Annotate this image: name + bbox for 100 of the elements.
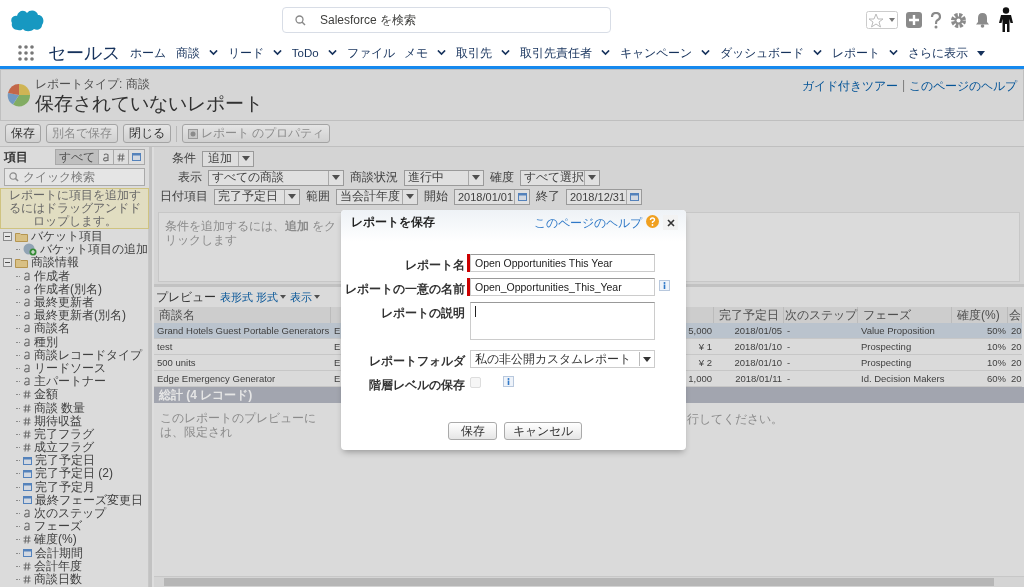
hash-icon: [23, 390, 31, 400]
filter-label: 商談状況: [350, 169, 398, 186]
plus-icon[interactable]: [906, 12, 922, 28]
column-header[interactable]: 次のステップ: [784, 307, 858, 323]
nav-tab[interactable]: ホーム: [130, 45, 166, 61]
table-cell: -: [784, 323, 858, 339]
text-field[interactable]: Open Opportunities This Year: [470, 254, 655, 272]
field-label: レポートの一意の名前: [344, 281, 465, 298]
calendar-icon: [132, 153, 141, 161]
calendar-icon: [23, 496, 32, 505]
field-label: レポートの説明: [380, 305, 465, 322]
nav-tab[interactable]: レポート: [832, 45, 899, 61]
save-button[interactable]: 保存: [448, 422, 497, 440]
search-field[interactable]: Salesforce を検索: [282, 7, 611, 33]
close-icon: [666, 218, 675, 227]
nav-tab[interactable]: 取引先: [456, 45, 511, 61]
column-header[interactable]: 商談名: [154, 307, 331, 323]
bell-icon[interactable]: [975, 12, 990, 28]
filter-select[interactable]: すべての商談: [208, 169, 344, 186]
description-field[interactable]: [470, 302, 655, 340]
help-icon[interactable]: [930, 11, 942, 29]
calendar-icon: [23, 456, 32, 465]
filter-label: 確度: [490, 169, 514, 186]
text-field-icon: [23, 377, 31, 387]
format-link[interactable]: 表示: [290, 289, 321, 305]
nav-tab[interactable]: 取引先責任者: [520, 45, 611, 61]
scrollbar[interactable]: [154, 576, 1024, 587]
filter-hint: 条件を追加するには、追加 をクリックします: [165, 219, 338, 247]
date-field[interactable]: 2018/12/31: [566, 188, 642, 205]
column-header[interactable]: 完了予定日: [714, 307, 784, 323]
cancel-button[interactable]: キャンセル: [504, 422, 582, 440]
nav-tab[interactable]: キャンペーン: [620, 45, 711, 61]
add-filter-button[interactable]: 追加: [202, 150, 254, 167]
table-cell: 20: [1008, 323, 1022, 339]
column-header[interactable]: 会: [1008, 307, 1022, 323]
search-icon: [295, 14, 306, 26]
hash-icon: [23, 561, 31, 571]
guided-tour-link[interactable]: ガイド付きツアー: [801, 78, 898, 95]
filter-label: 表示: [178, 169, 202, 186]
nav-tab[interactable]: リード: [227, 45, 282, 61]
app-name: セールス: [48, 42, 121, 65]
info-icon[interactable]: [663, 282, 666, 289]
table-cell: Grand Hotels Guest Portable Generators: [154, 323, 331, 339]
toolbar-button[interactable]: 保存: [5, 124, 41, 143]
app-launcher-icon[interactable]: [18, 45, 34, 61]
nav-tab[interactable]: さらに表示: [908, 45, 985, 61]
cloud-logo[interactable]: [10, 8, 44, 32]
filter-label: 終了: [536, 188, 560, 205]
hash-icon: [23, 429, 31, 439]
help-icon: [646, 215, 659, 228]
table-cell: Value Proposition: [858, 323, 952, 339]
calendar-icon: [629, 192, 639, 201]
caret-icon: [242, 156, 250, 161]
nav-tab[interactable]: ToDo: [291, 47, 337, 59]
filter-select[interactable]: 当会計年度: [336, 188, 418, 205]
help-link[interactable]: このページのヘルプ: [534, 215, 642, 232]
toolbar-button[interactable]: 閉じる: [123, 124, 171, 143]
nav-tab[interactable]: 商談: [175, 45, 218, 61]
field-item[interactable]: 商談レコードタイプ: [34, 346, 142, 364]
date-field[interactable]: 2018/01/01: [454, 188, 530, 205]
fields-heading: 項目: [4, 148, 28, 166]
text-field[interactable]: Open_Opportunities_This_Year: [470, 278, 655, 296]
nav-tab[interactable]: メモ: [404, 45, 447, 61]
filter-select[interactable]: 完了予定日: [214, 188, 300, 205]
field-label: レポートフォルダ: [368, 353, 465, 370]
quick-search-field[interactable]: クイック検索: [4, 168, 145, 186]
caret-icon: [288, 194, 296, 199]
preview-message: 行してください。: [687, 411, 784, 428]
field-filter-button[interactable]: [98, 149, 114, 165]
format-link[interactable]: 表形式 形式: [220, 289, 287, 305]
collapse-icon[interactable]: [3, 232, 12, 242]
nav-tab[interactable]: ファイル: [346, 45, 395, 61]
hash-icon: [23, 403, 31, 413]
column-header[interactable]: 確度(%): [952, 307, 1008, 323]
field-label: レポート名: [404, 257, 465, 274]
caret-icon: [280, 295, 287, 299]
person-silhouette-icon[interactable]: [998, 7, 1014, 33]
help-link[interactable]: このページのヘルプ: [909, 78, 1017, 95]
field-filter-button[interactable]: [113, 149, 129, 165]
close-button[interactable]: [663, 215, 678, 230]
gear-icon: [188, 128, 198, 139]
folder-select[interactable]: 私の非公開カスタムレポート: [470, 350, 655, 368]
search-icon: [9, 172, 19, 182]
field-filter-button[interactable]: すべて: [55, 149, 99, 165]
collapse-icon[interactable]: [3, 258, 12, 268]
text-field-icon: [23, 311, 31, 321]
field-filter-button[interactable]: [128, 149, 145, 165]
settings-icon[interactable]: [950, 11, 967, 29]
filter-label: 開始: [424, 188, 448, 205]
column-header[interactable]: フェーズ: [858, 307, 952, 323]
report-type-label: レポートタイプ: 商談: [35, 75, 151, 93]
calendar-icon: [23, 469, 32, 478]
calendar-icon: [23, 483, 32, 492]
nav-tab[interactable]: ダッシュボード: [720, 45, 823, 61]
calendar-icon: [23, 549, 32, 558]
text-field-icon: [23, 324, 31, 334]
filter-select[interactable]: 進行中: [404, 169, 484, 186]
text-field-icon: [23, 337, 31, 347]
filter-select[interactable]: すべて選択: [520, 169, 600, 186]
link-separator: |: [901, 78, 905, 94]
